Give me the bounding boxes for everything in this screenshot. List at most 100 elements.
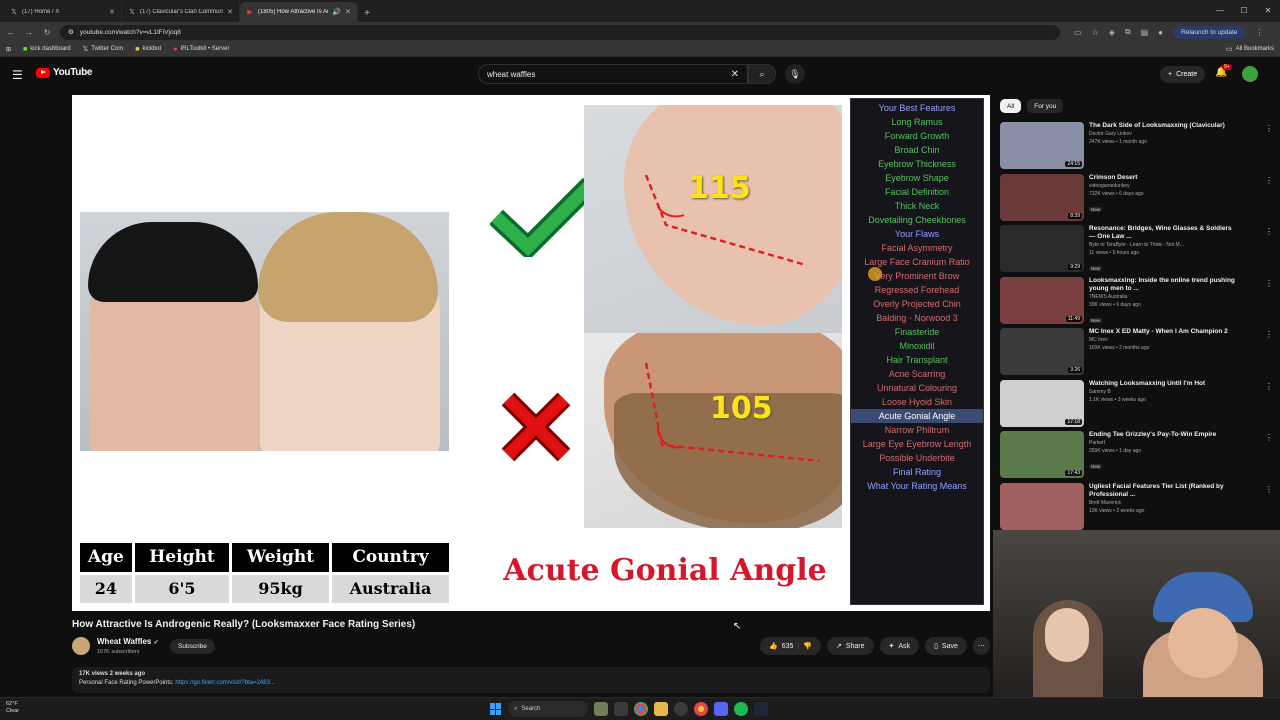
relaunch-button[interactable]: Relaunch to update	[1173, 25, 1246, 39]
video-thumbnail[interactable]: 24:15	[1000, 122, 1084, 169]
widgets-app-icon[interactable]	[594, 702, 608, 716]
hamburger-menu-icon[interactable]: ☰	[12, 68, 23, 82]
recommendation-item[interactable]: 24:15 The Dark Side of Looksmaxxing (Clav…	[1000, 122, 1275, 174]
subscribe-button[interactable]: Subscribe	[170, 639, 215, 654]
search-input[interactable]: wheat waffles ✕	[478, 64, 748, 84]
video-thumbnail[interactable]: 11:49	[1000, 276, 1084, 324]
clear-search-icon[interactable]: ✕	[731, 69, 739, 80]
more-options-icon[interactable]: ⋮	[1265, 279, 1273, 288]
back-icon[interactable]: ←	[6, 28, 16, 37]
browser-tab-1[interactable]: 𝕏 (17) Home / X ✕	[4, 2, 122, 22]
recommendation-channel[interactable]: Sammy B	[1089, 389, 1239, 396]
recommendation-item[interactable]: 11:49 Looksmaxxing: Inside the online tre…	[1000, 276, 1275, 329]
close-window-icon[interactable]: ✕	[1256, 0, 1280, 20]
save-button[interactable]: ▯ Save	[925, 637, 967, 655]
recommendation-channel[interactable]: Brett Maverick	[1089, 500, 1239, 507]
chrome-icon[interactable]	[634, 702, 648, 716]
sidebar-icon[interactable]: ▤	[1141, 28, 1149, 37]
recommendation-title[interactable]: MC Inex X ED Matty - When I Am Champion …	[1089, 328, 1239, 336]
video-thumbnail[interactable]: 8:39	[1000, 173, 1084, 221]
youtube-logo[interactable]: YouTube	[36, 67, 93, 78]
video-thumbnail[interactable]: 17:43	[1000, 431, 1084, 478]
search-button[interactable]: ⌕	[748, 64, 776, 84]
more-options-icon[interactable]: ⋮	[1265, 124, 1273, 133]
chip-all[interactable]: All	[1000, 99, 1022, 113]
weather-widget[interactable]: 62°F Clear	[6, 701, 19, 715]
close-icon[interactable]: ✕	[345, 8, 351, 16]
browser-tab-2[interactable]: 𝕏 (17) Clavicular's Clan Community ✕	[122, 2, 240, 22]
close-icon[interactable]: ✕	[227, 8, 233, 16]
puzzle-icon[interactable]: ⧉	[1125, 27, 1131, 37]
site-info-icon[interactable]: ⚙	[68, 28, 74, 36]
video-thumbnail[interactable]: 9:29	[1000, 225, 1084, 272]
bookmark-kick-dashboard[interactable]: ■ kick dashboard	[23, 46, 71, 53]
video-thumbnail[interactable]: 17:18	[1000, 379, 1084, 427]
recommendation-item[interactable]: 8:39 Crimson Desert videogamedunkey 732K vi…	[1000, 173, 1275, 226]
description-link[interactable]: https://go.fiverr.com/visit/?bta=2483...	[175, 680, 275, 686]
recommendation-title[interactable]: Watching Looksmaxxing Until I'm Hot	[1089, 380, 1239, 388]
recommendation-title[interactable]: Crimson Desert	[1089, 174, 1239, 182]
more-actions-button[interactable]: ⋯	[972, 637, 990, 655]
menu-dots-icon[interactable]: ⋮	[1255, 28, 1263, 37]
recommendation-title[interactable]: Ending Tee Grizzley's Pay-To-Win Empire	[1089, 431, 1239, 439]
spotify-icon[interactable]	[734, 702, 748, 716]
recommendation-channel[interactable]: 7NEWS Australia	[1089, 294, 1239, 301]
video-player[interactable]: Age Height Weight Country 24 6'5 95kg Au…	[72, 95, 990, 611]
bookmark-twitter[interactable]: 𝕏 Twitter Com	[83, 45, 124, 53]
channel-avatar[interactable]	[72, 637, 90, 655]
video-thumbnail[interactable]: 3:26	[1000, 328, 1084, 375]
chip-for-you[interactable]: For you	[1027, 99, 1064, 113]
more-options-icon[interactable]: ⋮	[1265, 176, 1273, 185]
more-options-icon[interactable]: ⋮	[1265, 330, 1273, 339]
mute-icon[interactable]: 🔊	[332, 8, 341, 16]
recommendation-title[interactable]: The Dark Side of Looksmaxxing (Clavicula…	[1089, 122, 1239, 130]
forward-icon[interactable]: →	[24, 28, 34, 37]
channel-name[interactable]: Wheat Waffles ✔	[97, 637, 159, 646]
create-button[interactable]: + Create	[1160, 66, 1206, 83]
discord-icon[interactable]	[714, 702, 728, 716]
video-description[interactable]: 17K views 2 weeks ago Personal Face Rati…	[72, 667, 990, 693]
recommendation-item[interactable]: 17:18 Watching Looksmaxxing Until I'm Hot…	[1000, 379, 1275, 432]
all-bookmarks[interactable]: ▭ All Bookmarks	[1226, 45, 1274, 53]
recommendation-channel[interactable]: MC Inex	[1089, 337, 1239, 344]
windows-start-icon[interactable]	[490, 703, 502, 715]
recommendation-title[interactable]: Looksmaxxing: Inside the online trend pu…	[1089, 277, 1239, 293]
bookmark-kickbot[interactable]: ■ kickbot	[135, 46, 161, 53]
close-icon[interactable]: ✕	[109, 8, 115, 16]
task-view-icon[interactable]	[614, 702, 628, 716]
notifications-button[interactable]: 🔔 9+	[1215, 64, 1232, 78]
more-options-icon[interactable]: ⋮	[1265, 382, 1273, 391]
recommendation-item[interactable]: 9:29 Resonance: Bridges, Wine Glasses & S…	[1000, 225, 1275, 277]
steam-icon[interactable]	[754, 702, 768, 716]
extension-icon[interactable]: ◈	[1109, 28, 1115, 37]
more-options-icon[interactable]: ⋮	[1265, 485, 1273, 494]
obs-icon[interactable]	[674, 702, 688, 716]
video-thumbnail[interactable]	[1000, 482, 1084, 530]
url-field[interactable]: ⚙ youtube.com/watch?v=vL1IFiVjoq8	[60, 24, 1060, 40]
voice-search-button[interactable]: 🎙	[785, 64, 805, 84]
recommendation-channel[interactable]: Byte to TeraByte - Learn to Think - Not …	[1089, 242, 1239, 249]
recommendation-item[interactable]: 3:26 MC Inex X ED Matty - When I Am Champ…	[1000, 328, 1275, 380]
recommendation-item[interactable]: Ugliest Facial Features Tier List (Ranke…	[1000, 482, 1275, 535]
recommendation-item[interactable]: 17:43 Ending Tee Grizzley's Pay-To-Win Em…	[1000, 431, 1275, 483]
minimize-icon[interactable]: —	[1208, 0, 1232, 20]
taskbar-search[interactable]: ⌕ Search	[508, 701, 588, 717]
recommendation-title[interactable]: Ugliest Facial Features Tier List (Ranke…	[1089, 483, 1239, 499]
maximize-icon[interactable]: ☐	[1232, 0, 1256, 20]
share-button[interactable]: ↗ Share	[826, 637, 874, 655]
account-avatar[interactable]	[1242, 66, 1258, 82]
recommendation-channel[interactable]: Doctor Gary Linkov	[1089, 131, 1239, 138]
more-options-icon[interactable]: ⋮	[1265, 433, 1273, 442]
recommendation-title[interactable]: Resonance: Bridges, Wine Glasses & Soldi…	[1089, 225, 1239, 241]
more-options-icon[interactable]: ⋮	[1265, 227, 1273, 236]
bookmark-irltoolkit[interactable]: ● IRLToolkit • Server	[173, 46, 229, 53]
bookmark-star-icon[interactable]: ☆	[1092, 28, 1099, 37]
thumbs-down-icon[interactable]: 👎	[803, 642, 812, 650]
like-button[interactable]: 👍 635 | 👎	[760, 637, 821, 655]
browser-tab-3[interactable]: ▶ (1805) How Attractive Is Ar 🔊 ✕	[240, 2, 358, 22]
recommendation-channel[interactable]: videogamedunkey	[1089, 183, 1239, 190]
file-explorer-icon[interactable]	[654, 702, 668, 716]
new-tab-button[interactable]: +	[358, 4, 376, 22]
ask-button[interactable]: ✦ Ask	[879, 637, 920, 655]
chrome-profile-icon[interactable]	[694, 702, 708, 716]
